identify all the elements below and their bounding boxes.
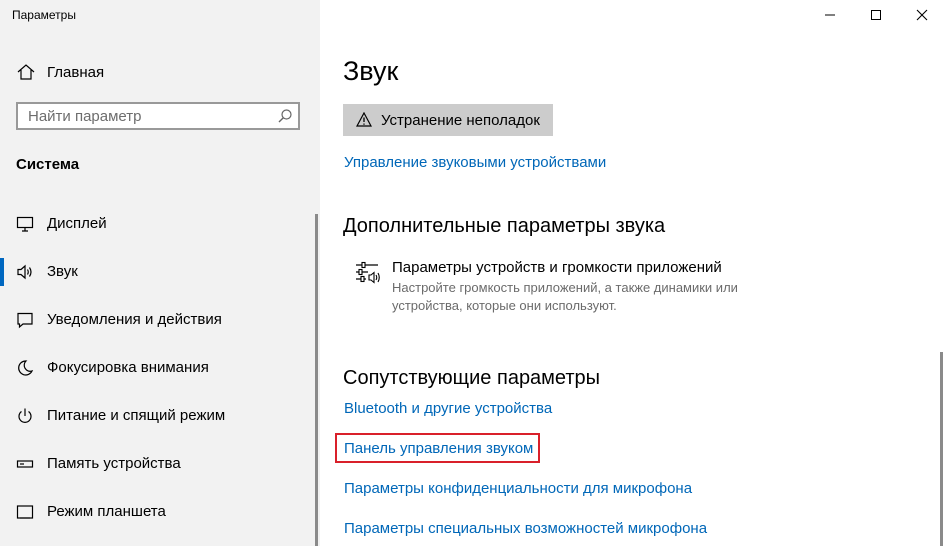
section-title: Система <box>16 156 80 173</box>
search-box[interactable] <box>16 102 300 130</box>
app-volume-description: Настройте громкость приложений, а также … <box>392 280 738 313</box>
sidebar-item-label: Звук <box>47 263 78 280</box>
home-label: Главная <box>47 64 105 81</box>
home-nav-item[interactable]: Главная <box>0 56 320 88</box>
close-icon <box>916 9 928 21</box>
sidebar-item-label: Память устройства <box>47 455 181 472</box>
sidebar-item-storage[interactable]: Память устройства <box>0 446 316 482</box>
maximize-button[interactable] <box>853 0 899 30</box>
sidebar-item-label: Питание и спящий режим <box>47 407 226 424</box>
power-icon <box>16 407 34 425</box>
main-scrollbar[interactable] <box>940 352 943 546</box>
home-icon <box>16 62 36 82</box>
troubleshoot-label: Устранение неполадок <box>381 111 540 129</box>
warning-icon <box>355 111 373 131</box>
microphone-privacy-link[interactable]: Параметры конфиденциальности для микрофо… <box>344 480 692 497</box>
sidebar-item-tablet-mode[interactable]: Режим планшета <box>0 494 316 530</box>
minimize-icon <box>825 14 835 16</box>
sidebar-item-power[interactable]: Питание и спящий режим <box>0 398 316 434</box>
notification-icon <box>16 311 34 329</box>
sidebar-item-focus-assist[interactable]: Фокусировка внимания <box>0 350 316 386</box>
sidebar-item-label: Фокусировка внимания <box>47 359 209 376</box>
manage-sound-devices-link[interactable]: Управление звуковыми устройствами <box>344 154 606 171</box>
page-title: Звук <box>343 56 399 86</box>
search-icon[interactable] <box>277 108 293 124</box>
close-button[interactable] <box>899 0 945 30</box>
display-icon <box>16 215 34 233</box>
sidebar-item-sound[interactable]: Звук <box>0 254 316 290</box>
app-title: Параметры <box>12 8 76 22</box>
moon-icon <box>16 359 34 377</box>
sidebar-item-label: Режим планшета <box>47 503 166 520</box>
sidebar-scrollbar[interactable] <box>315 214 318 546</box>
advanced-sound-heading: Дополнительные параметры звука <box>343 215 666 237</box>
app-volume-title: Параметры устройств и громкости приложен… <box>392 259 722 276</box>
sidebar-item-display[interactable]: Дисплей <box>0 206 316 242</box>
minimize-button[interactable] <box>807 0 853 30</box>
bluetooth-devices-link[interactable]: Bluetooth и другие устройства <box>344 400 552 417</box>
related-settings-heading: Сопутствующие параметры <box>343 367 601 389</box>
sliders-speaker-icon <box>354 260 382 288</box>
storage-icon <box>16 455 34 473</box>
speaker-icon <box>16 263 34 281</box>
microphone-accessibility-link[interactable]: Параметры специальных возможностей микро… <box>344 520 707 537</box>
tablet-icon <box>16 503 34 521</box>
sidebar-item-label: Дисплей <box>47 215 107 232</box>
troubleshoot-button[interactable]: Устранение неполадок <box>343 104 553 136</box>
main-content: Звук Устранение неполадок Управление зву… <box>320 0 945 546</box>
sound-control-panel-link[interactable]: Панель управления звуком <box>344 440 533 457</box>
maximize-icon <box>871 10 881 20</box>
app-volume-settings-item[interactable]: Параметры устройств и громкости приложен… <box>354 256 774 320</box>
active-indicator <box>0 258 4 286</box>
sidebar-item-notifications[interactable]: Уведомления и действия <box>0 302 316 338</box>
sidebar: Параметры Главная Система Дисплей Звук У… <box>0 0 320 546</box>
sidebar-item-label: Уведомления и действия <box>47 311 222 328</box>
search-input[interactable] <box>18 104 278 128</box>
